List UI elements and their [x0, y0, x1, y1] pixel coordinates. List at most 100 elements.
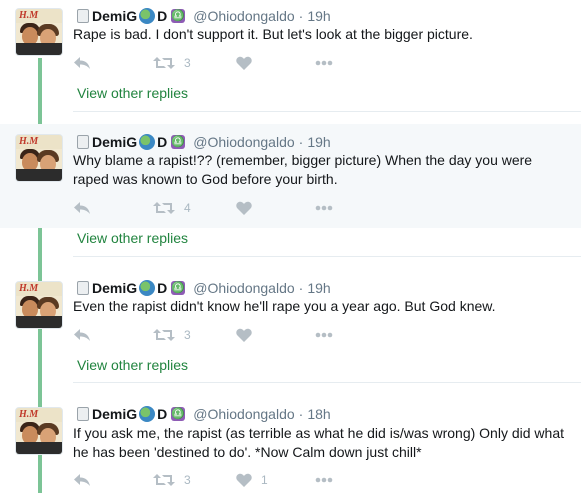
display-name-suffix[interactable]: D — [157, 280, 167, 296]
retweet-count: 3 — [184, 473, 191, 487]
like-button[interactable] — [236, 325, 252, 345]
heart-icon — [236, 328, 252, 342]
retweet-icon — [153, 57, 175, 69]
view-other-replies-link[interactable]: View other replies — [77, 357, 188, 373]
timestamp[interactable]: 19h — [307, 134, 330, 150]
retweet-button[interactable]: 4 — [153, 198, 191, 218]
avatar[interactable]: H.M — [15, 281, 63, 329]
globe-icon — [139, 280, 156, 296]
timestamp[interactable]: 19h — [307, 280, 330, 296]
like-button[interactable]: 1 — [236, 470, 268, 490]
reply-button[interactable] — [73, 470, 91, 490]
more-button[interactable] — [315, 198, 333, 218]
display-name-suffix[interactable]: D — [157, 8, 167, 24]
tweet-text-line: If you ask me, the rapist (as terrible a… — [73, 425, 564, 441]
robot-icon — [77, 9, 89, 23]
user-handle[interactable]: @Ohiodongaldo — [193, 406, 294, 422]
avatar[interactable]: H.M — [15, 8, 63, 56]
timestamp[interactable]: 18h — [307, 406, 330, 422]
tweet-header: DemiG D ♎ @Ohiodongaldo · 18h — [77, 404, 331, 424]
tweet[interactable]: H.M DemiG D ♎ @Ohiodongaldo · 18h If you… — [0, 396, 581, 493]
display-name[interactable]: DemiG — [92, 8, 137, 24]
user-handle[interactable]: @Ohiodongaldo — [193, 280, 294, 296]
reply-icon — [74, 57, 90, 69]
robot-icon — [77, 407, 89, 421]
separator-dot: · — [298, 406, 304, 422]
more-button[interactable] — [315, 325, 333, 345]
reply-icon — [74, 202, 90, 214]
avatar-logo: H.M — [19, 136, 39, 147]
tweet-text: Even the rapist didn't know he'll rape y… — [73, 297, 573, 316]
tweet-text: If you ask me, the rapist (as terrible a… — [73, 424, 573, 462]
divider — [73, 256, 581, 257]
avatar[interactable]: H.M — [15, 134, 63, 182]
avatar-logo: H.M — [19, 283, 39, 294]
avatar-logo: H.M — [19, 409, 39, 420]
avatar[interactable]: H.M — [15, 407, 63, 455]
tweet-header: DemiG D ♎ @Ohiodongaldo · 19h — [77, 278, 331, 298]
tweet-text-line: Even the rapist didn't know he'll rape y… — [73, 298, 496, 314]
reply-button[interactable] — [73, 325, 91, 345]
retweet-button[interactable]: 3 — [153, 53, 191, 73]
avatar-logo: H.M — [19, 10, 39, 21]
more-icon — [315, 60, 333, 66]
more-icon — [315, 477, 333, 483]
tweet[interactable]: H.M DemiG D ♎ @Ohiodongaldo · 19h Rape i… — [0, 0, 581, 118]
heart-icon — [236, 201, 252, 215]
retweet-count: 3 — [184, 56, 191, 70]
reply-icon — [74, 474, 90, 486]
display-name[interactable]: DemiG — [92, 406, 137, 422]
tweet-header: DemiG D ♎ @Ohiodongaldo · 19h — [77, 6, 331, 26]
retweet-count: 4 — [184, 201, 191, 215]
view-other-replies-link[interactable]: View other replies — [77, 85, 188, 101]
heart-icon — [236, 473, 252, 487]
tweet-text-line: Rape is bad. I don't support it. But let… — [73, 26, 473, 42]
reply-button[interactable] — [73, 53, 91, 73]
more-icon — [315, 205, 333, 211]
heart-icon — [236, 56, 252, 70]
divider — [73, 382, 581, 383]
separator-dot: · — [298, 8, 304, 24]
retweet-button[interactable]: 3 — [153, 325, 191, 345]
user-handle[interactable]: @Ohiodongaldo — [193, 134, 294, 150]
retweet-icon — [153, 202, 175, 214]
tweet-text-line: raped was known to God before your birth… — [73, 171, 338, 187]
separator-dot: · — [298, 280, 304, 296]
tweet-actions: 3 1 — [73, 470, 373, 490]
more-button[interactable] — [315, 470, 333, 490]
display-name-suffix[interactable]: D — [157, 406, 167, 422]
like-button[interactable] — [236, 53, 252, 73]
retweet-button[interactable]: 3 — [153, 470, 191, 490]
retweet-icon — [153, 329, 175, 341]
tweet-text-line: Why blame a rapist!?? (remember, bigger … — [73, 152, 533, 168]
timestamp[interactable]: 19h — [307, 8, 330, 24]
globe-icon — [139, 406, 156, 422]
libra-icon: ♎ — [171, 9, 186, 23]
tweet-actions: 3 — [73, 325, 373, 345]
libra-icon: ♎ — [171, 407, 186, 421]
libra-icon: ♎ — [171, 281, 186, 295]
user-handle[interactable]: @Ohiodongaldo — [193, 8, 294, 24]
display-name[interactable]: DemiG — [92, 134, 137, 150]
tweet-header: DemiG D ♎ @Ohiodongaldo · 19h — [77, 132, 331, 152]
display-name[interactable]: DemiG — [92, 280, 137, 296]
robot-icon — [77, 281, 89, 295]
more-button[interactable] — [315, 53, 333, 73]
robot-icon — [77, 135, 89, 149]
globe-icon — [139, 8, 156, 24]
display-name-suffix[interactable]: D — [157, 134, 167, 150]
globe-icon — [139, 134, 156, 150]
tweet[interactable]: H.M DemiG D ♎ @Ohiodongaldo · 19h Even t… — [0, 270, 581, 383]
reply-button[interactable] — [73, 198, 91, 218]
retweet-icon — [153, 474, 175, 486]
tweet-actions: 3 — [73, 53, 373, 73]
tweet-actions: 4 — [73, 198, 373, 218]
retweet-count: 3 — [184, 328, 191, 342]
libra-icon: ♎ — [171, 135, 186, 149]
tweet[interactable]: H.M DemiG D ♎ @Ohiodongaldo · 19h Why bl… — [0, 124, 581, 228]
like-button[interactable] — [236, 198, 252, 218]
separator-dot: · — [298, 134, 304, 150]
view-other-replies-link[interactable]: View other replies — [77, 230, 188, 246]
divider — [73, 111, 581, 112]
more-icon — [315, 332, 333, 338]
